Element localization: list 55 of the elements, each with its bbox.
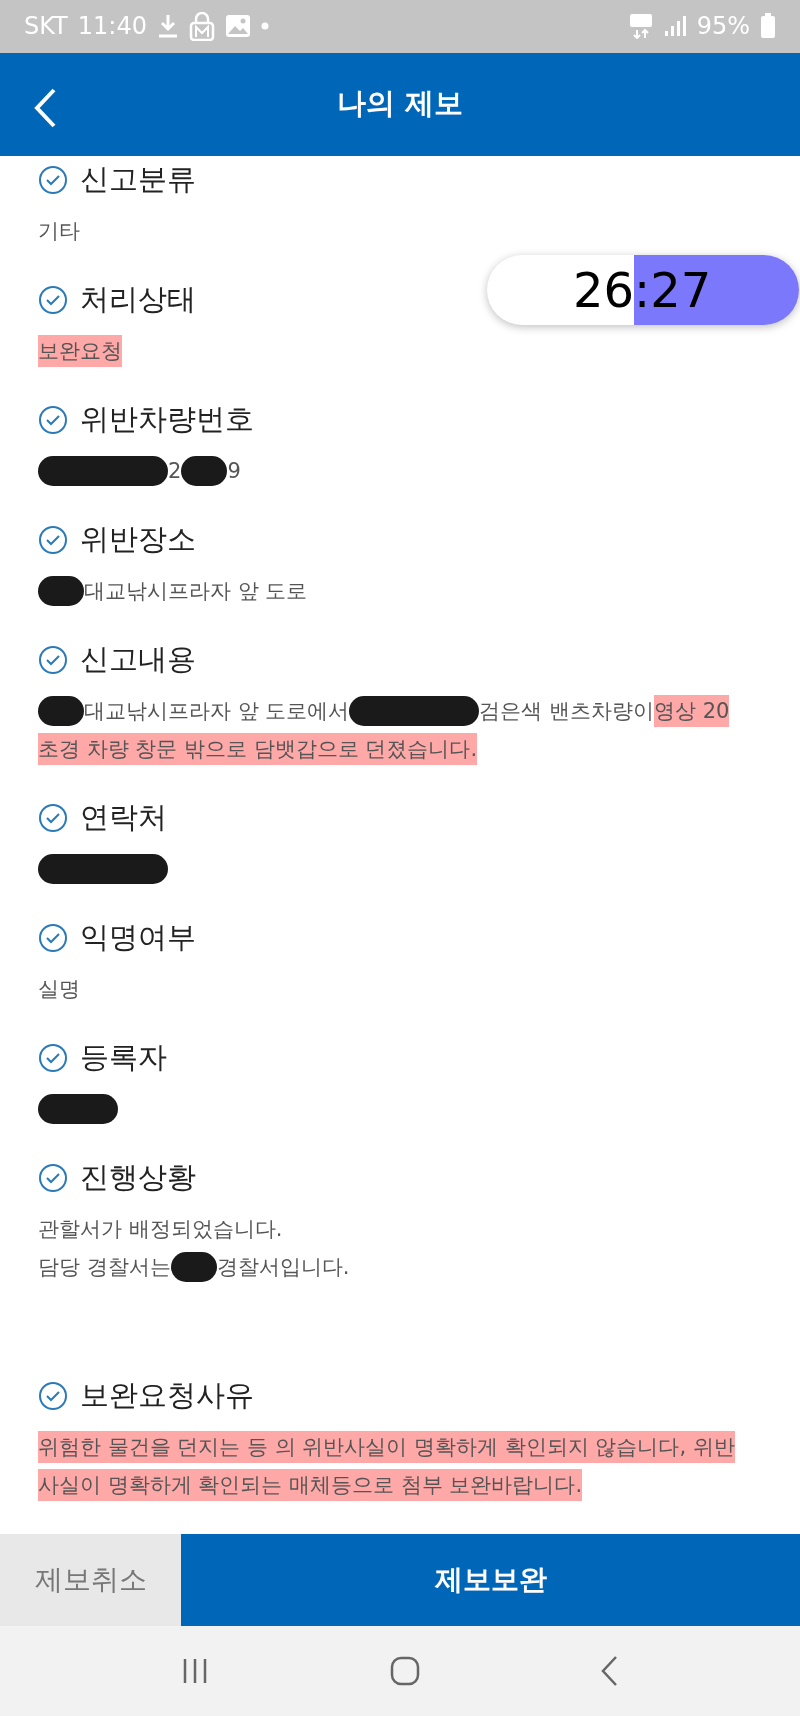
- lock-icon: [188, 11, 215, 42]
- field-label: 보완요청사유: [80, 1376, 254, 1414]
- check-circle-icon: [38, 404, 68, 435]
- signal-icon: [662, 15, 687, 38]
- redaction-mark: [38, 575, 84, 606]
- clock-text: 11:40: [77, 12, 147, 41]
- field-value: 9: [227, 457, 241, 485]
- field-label: 신고분류: [80, 160, 196, 198]
- cancel-button[interactable]: 제보취소: [0, 1533, 181, 1626]
- check-circle-icon: [38, 644, 68, 675]
- field-value: 영상 20: [654, 694, 730, 727]
- network-5g-icon: [628, 13, 653, 40]
- image-icon: [224, 14, 251, 39]
- field-value: 관할서가 배정되었습니다.: [38, 1215, 283, 1243]
- battery-icon: [760, 13, 776, 40]
- redaction-mark: [181, 455, 228, 486]
- field-label: 신고내용: [80, 640, 196, 678]
- supplement-button[interactable]: 제보보완: [181, 1533, 800, 1626]
- field-label: 진행상황: [80, 1158, 196, 1196]
- redaction-mark: [38, 695, 84, 726]
- field-label: 등록자: [80, 1038, 167, 1076]
- field-value: 검은색 밴츠차량이: [479, 697, 655, 725]
- dot-icon: [260, 22, 269, 31]
- check-circle-icon: [38, 802, 68, 833]
- field-label: 처리상태: [80, 280, 196, 318]
- redaction-mark: [170, 1251, 217, 1282]
- field-label: 위반장소: [80, 520, 196, 558]
- field-label: 연락처: [80, 798, 167, 836]
- check-circle-icon: [38, 524, 68, 555]
- field-label: 익명여부: [80, 918, 196, 956]
- battery-text: 95%: [696, 12, 750, 41]
- field-value: 초경 차량 창문 밖으로 담뱃갑으로 던졌습니다.: [38, 732, 478, 765]
- check-circle-icon: [38, 284, 68, 315]
- field-label: 위반차량번호: [80, 400, 254, 438]
- field-value: 2: [168, 457, 182, 485]
- field-value: 사실이 명확하게 확인되는 매체등으로 첨부 보완바랍니다.: [38, 1468, 583, 1501]
- download-icon: [156, 13, 179, 40]
- check-circle-icon: [38, 1380, 68, 1411]
- page-title: 나의 제보: [336, 85, 464, 123]
- timer-separator: :: [634, 262, 651, 318]
- field-value: 대교낚시프라자 앞 도로: [84, 577, 308, 605]
- timer-minutes: 26: [572, 262, 634, 318]
- carrier-text: SKT: [24, 12, 68, 41]
- field-value: 대교낚시프라자 앞 도로에서: [84, 697, 350, 725]
- field-value: 보완요청: [38, 334, 122, 367]
- field-value: 기타: [38, 217, 80, 245]
- check-circle-icon: [38, 922, 68, 953]
- check-circle-icon: [38, 1042, 68, 1073]
- check-circle-icon: [38, 1162, 68, 1193]
- field-value: 경찰서입니다.: [216, 1253, 350, 1281]
- field-value: 담당 경찰서는: [38, 1253, 171, 1281]
- field-value: 실명: [38, 975, 80, 1003]
- check-circle-icon: [38, 164, 68, 195]
- timer-seconds: 27: [650, 262, 712, 318]
- field-value: 위험한 물건을 던지는 등 의 위반사실이 명확하게 확인되지 않습니다, 위반: [38, 1430, 735, 1463]
